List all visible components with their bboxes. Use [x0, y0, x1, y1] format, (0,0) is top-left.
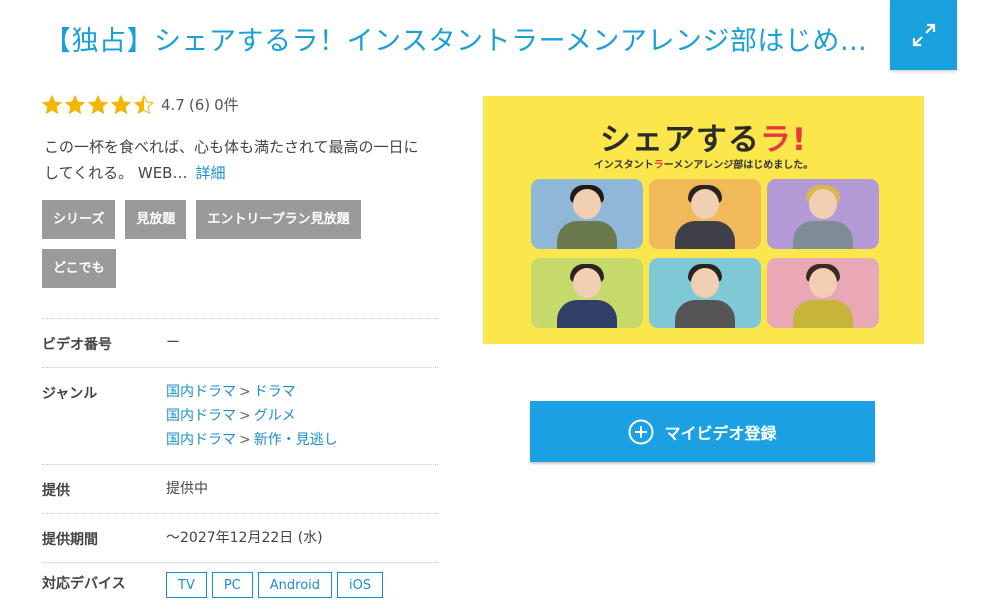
- meta-value: 提供中: [166, 481, 208, 497]
- rating-count: (6): [188, 96, 211, 114]
- meta-row-provide: 提供 提供中: [42, 464, 438, 513]
- genre-parent-link[interactable]: 国内ドラマ: [166, 408, 236, 424]
- plus-circle-icon: [628, 419, 654, 444]
- tag-list: シリーズ 見放題 エントリープラン見放題 どこでも: [42, 200, 442, 288]
- genre-item: 国内ドラマ > グルメ: [166, 408, 296, 424]
- meta-row-devices: 対応デバイス TV PC Android iOS: [42, 562, 438, 610]
- cast-photo: [767, 258, 879, 328]
- cast-photo: [649, 258, 761, 328]
- my-video-register-button[interactable]: マイビデオ登録: [530, 401, 875, 462]
- star-icon: [42, 94, 62, 114]
- cast-photo: [531, 258, 643, 328]
- rating[interactable]: 4.7 (6) 0件: [42, 94, 243, 115]
- genre-item: 国内ドラマ > 新作・見逃し: [166, 432, 338, 448]
- review-count: 0件: [214, 96, 239, 114]
- rating-score: 4.7: [161, 96, 185, 114]
- star-icon: [134, 94, 154, 114]
- genre-parent-link[interactable]: 国内ドラマ: [166, 432, 236, 448]
- meta-value: ～2027年12月22日 (水): [166, 530, 323, 546]
- expand-icon: [912, 23, 935, 47]
- meta-label: 提供期間: [42, 532, 98, 548]
- device-list: TV PC Android iOS: [166, 572, 388, 598]
- genre-child-link[interactable]: ドラマ: [254, 384, 296, 400]
- meta-row-period: 提供期間 ～2027年12月22日 (水): [42, 513, 438, 562]
- meta-label: ジャンル: [42, 386, 98, 402]
- register-label: マイビデオ登録: [664, 423, 777, 443]
- star-icon: [65, 94, 85, 114]
- meta-label: 提供: [42, 483, 70, 499]
- cast-photo: [649, 179, 761, 249]
- description-line: してくれる。 WEB…: [44, 164, 188, 182]
- description-line: この一杯を食べれば、心も体も満たされて最高の一日に: [44, 138, 419, 156]
- genre-child-link[interactable]: グルメ: [254, 408, 296, 424]
- device-badge-tv: TV: [166, 572, 207, 598]
- tag-unlimited[interactable]: 見放題: [125, 200, 187, 239]
- meta-label: 対応デバイス: [42, 576, 126, 592]
- device-badge-pc: PC: [211, 572, 253, 598]
- genre-child-link[interactable]: 新作・見逃し: [254, 432, 338, 448]
- meta-label: ビデオ番号: [42, 337, 112, 353]
- star-icon: [88, 94, 108, 114]
- more-link[interactable]: 詳細: [195, 164, 225, 182]
- tag-series[interactable]: シリーズ: [42, 200, 116, 239]
- thumbnail-subtitle: インスタントラーメンアレンジ部はじめました。: [593, 160, 814, 171]
- thumbnail-logo: シェアするラ!: [599, 122, 808, 158]
- cast-photo: [767, 179, 879, 249]
- meta-row-genre: ジャンル 国内ドラマ > ドラマ 国内ドラマ > グルメ 国内ドラマ > 新作・見逃し: [42, 367, 438, 464]
- tag-anywhere[interactable]: どこでも: [42, 249, 116, 288]
- meta-table: ビデオ番号 ー ジャンル 国内ドラマ > ドラマ 国内ドラマ > グルメ 国内ドラマ > 新…: [42, 318, 438, 610]
- device-badge-ios: iOS: [337, 572, 384, 598]
- page-title: 【独占】シェアするラ！インスタントラーメンアレンジ部はじめ…: [44, 26, 864, 57]
- meta-value: ー: [166, 335, 180, 351]
- genre-parent-link[interactable]: 国内ドラマ: [166, 384, 236, 400]
- cast-photo: [531, 179, 643, 249]
- star-rating: [42, 94, 157, 115]
- genre-item: 国内ドラマ > ドラマ: [166, 384, 296, 400]
- thumbnail-image[interactable]: シェアするラ! インスタントラーメンアレンジ部はじめました。: [483, 96, 924, 344]
- expand-button[interactable]: [890, 0, 957, 70]
- genre-list: 国内ドラマ > ドラマ 国内ドラマ > グルメ 国内ドラマ > 新作・見逃し: [166, 380, 338, 452]
- device-badge-android: Android: [257, 572, 333, 598]
- tag-entry-plan[interactable]: エントリープラン見放題: [196, 200, 361, 239]
- meta-row-video-number: ビデオ番号 ー: [42, 318, 438, 367]
- description: この一杯を食べれば、心も体も満たされて最高の一日に してくれる。 WEB… 詳細: [44, 134, 444, 186]
- star-icon: [111, 94, 131, 114]
